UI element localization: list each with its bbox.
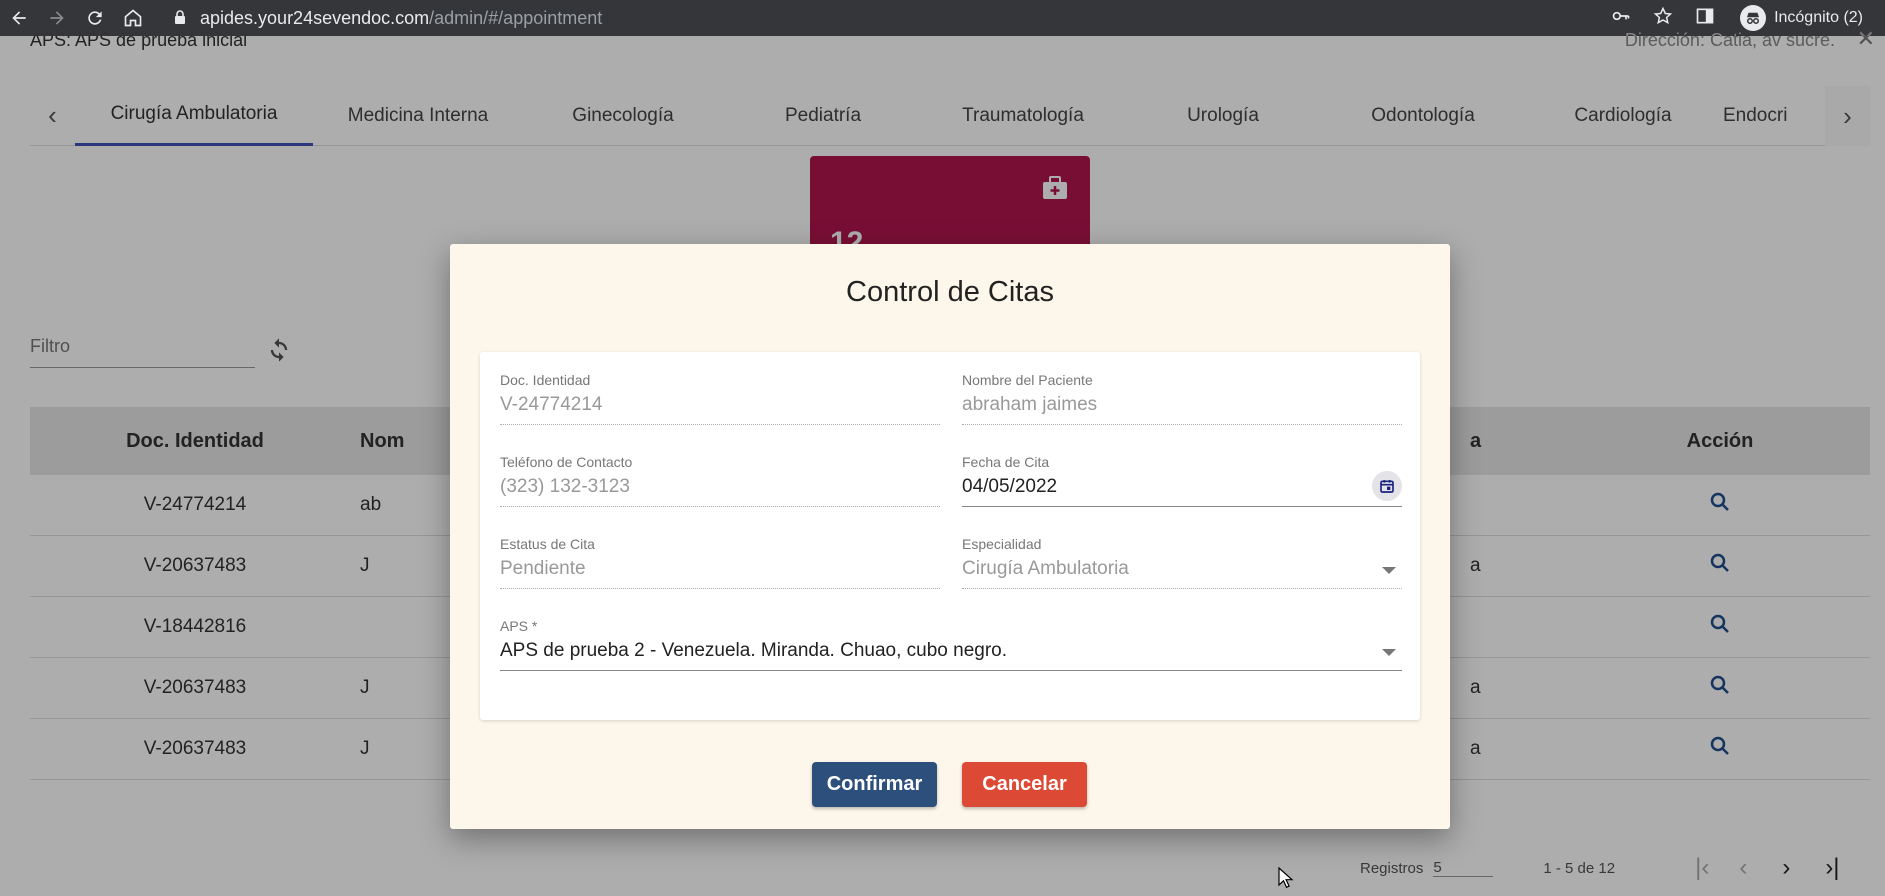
mouse-cursor-icon [1278,866,1294,894]
aps-value: APS de prueba 2 - Venezuela. Miranda. Ch… [500,640,1008,661]
estatus-label: Estatus de Cita [500,536,595,552]
chevron-down-icon[interactable] [1382,649,1396,656]
doc-label: Doc. Identidad [500,372,591,388]
fecha-value: 04/05/2022 [962,476,1058,497]
confirm-button[interactable]: Confirmar [812,762,937,807]
chevron-down-icon [1382,567,1396,574]
nombre-input: abraham jaimes [962,394,1402,425]
side-panel-icon[interactable] [1695,6,1715,31]
especialidad-label: Especialidad [962,536,1042,552]
control-citas-dialog: Control de Citas Doc. Identidad V-247742… [450,244,1450,829]
browser-toolbar: apides.your24sevendoc.com /admin/#/appoi… [0,0,1885,36]
fecha-label: Fecha de Cita [962,454,1050,470]
address-bar[interactable]: apides.your24sevendoc.com /admin/#/appoi… [174,8,602,29]
aps-label: APS * [500,618,538,634]
aps-select[interactable]: APS de prueba 2 - Venezuela. Miranda. Ch… [500,640,1402,671]
estatus-input: Pendiente [500,558,940,589]
telefono-field: Teléfono de Contacto (323) 132-3123 [500,454,940,507]
especialidad-value: Cirugía Ambulatoria [962,558,1129,579]
fecha-field: Fecha de Cita 04/05/2022 [962,454,1402,507]
telefono-label: Teléfono de Contacto [500,454,633,470]
incognito-label: Incógnito (2) [1774,9,1863,26]
star-icon[interactable] [1653,6,1673,31]
url-path: /admin/#/appointment [429,7,603,28]
calendar-icon[interactable] [1372,471,1402,501]
telefono-input: (323) 132-3123 [500,476,940,507]
aps-field: APS * APS de prueba 2 - Venezuela. Miran… [500,618,1402,671]
cancel-button[interactable]: Cancelar [962,762,1087,807]
url-host: apides.your24sevendoc.com [200,7,430,28]
incognito-icon [1740,5,1767,31]
nombre-label: Nombre del Paciente [962,372,1093,388]
fecha-input[interactable]: 04/05/2022 [962,471,1402,507]
nombre-field: Nombre del Paciente abraham jaimes [962,372,1402,425]
key-icon[interactable] [1611,6,1631,31]
doc-input: V-24774214 [500,394,940,425]
especialidad-field: Especialidad Cirugía Ambulatoria [962,536,1402,589]
doc-field: Doc. Identidad V-24774214 [500,372,940,425]
dialog-title: Control de Citas [846,276,1054,308]
lock-icon [174,8,186,29]
estatus-field: Estatus de Cita Pendiente [500,536,940,589]
especialidad-select: Cirugía Ambulatoria [962,558,1402,589]
form-card: Doc. Identidad V-24774214 Nombre del Pac… [480,352,1420,720]
